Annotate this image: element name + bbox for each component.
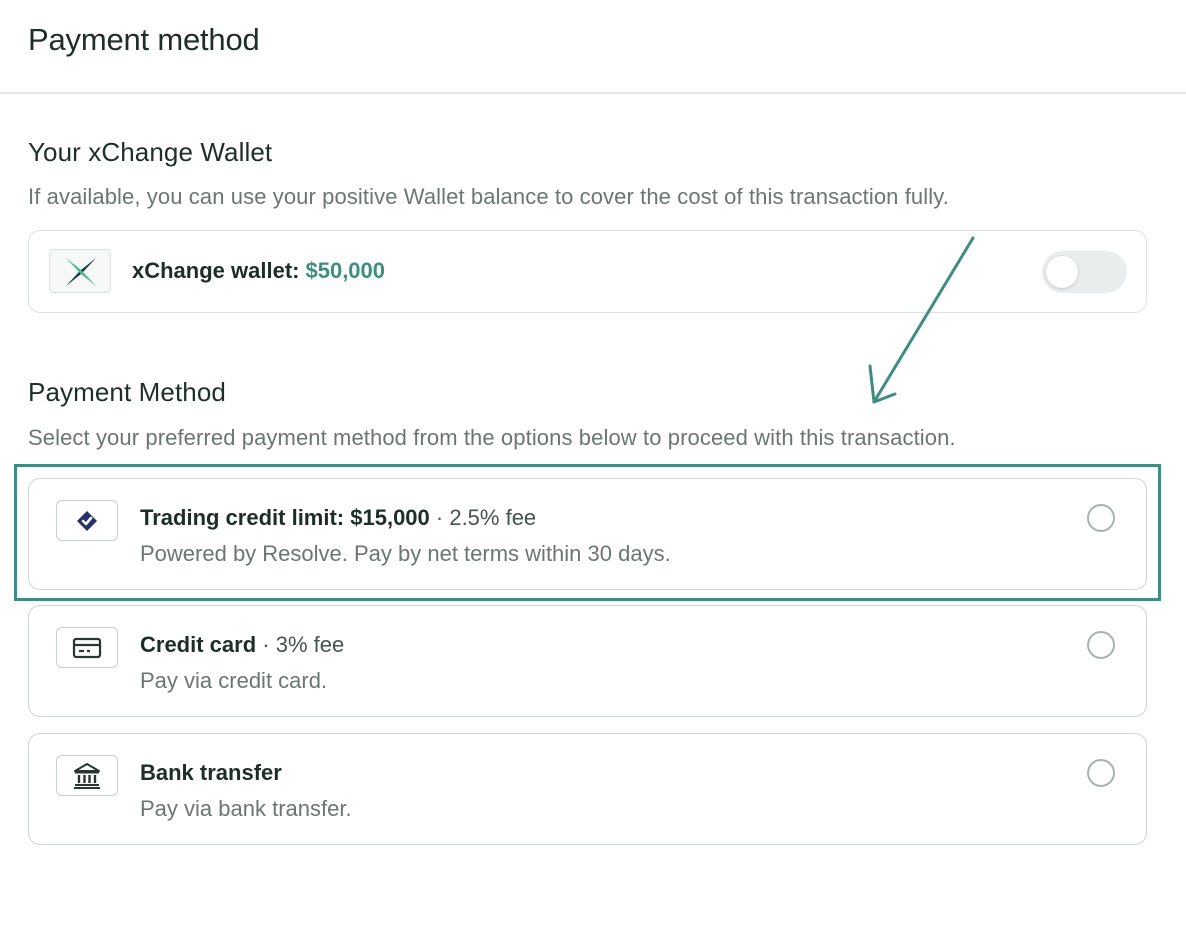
- payment-option-bank-transfer[interactable]: Bank transfer Pay via bank transfer.: [28, 733, 1147, 845]
- payment-section-description: Select your preferred payment method fro…: [28, 425, 956, 450]
- payment-option-description: Pay via credit card.: [140, 668, 328, 693]
- payment-option-title: Credit card · 3% fee: [140, 632, 344, 658]
- payment-section-title: Payment Method: [28, 377, 226, 407]
- option-title-text: Bank transfer: [140, 760, 282, 785]
- page-header: Payment method: [0, 0, 1186, 94]
- wallet-toggle-knob: [1046, 256, 1078, 288]
- payment-option-title: Bank transfer: [140, 760, 282, 786]
- wallet-section-title: Your xChange Wallet: [28, 137, 273, 167]
- payment-option-credit-card[interactable]: Credit card · 3% fee Pay via credit card…: [28, 605, 1147, 717]
- wallet-balance-amount: $50,000: [305, 258, 386, 283]
- payment-option-description: Pay via bank transfer.: [140, 796, 352, 821]
- payment-option-trading-credit[interactable]: Trading credit limit: $15,000 · 2.5% fee…: [28, 478, 1147, 590]
- credit-card-icon: [56, 627, 118, 668]
- option-fee: · 3% fee: [256, 632, 345, 657]
- wallet-card: xChange wallet: $50,000: [28, 230, 1147, 313]
- payment-option-radio[interactable]: [1087, 504, 1115, 532]
- page-title: Payment method: [28, 22, 260, 57]
- payment-option-title: Trading credit limit: $15,000 · 2.5% fee: [140, 505, 536, 531]
- option-fee: · 2.5% fee: [429, 505, 537, 530]
- wallet-section-description: If available, you can use your positive …: [28, 184, 949, 209]
- resolve-logo-icon: [56, 500, 118, 541]
- option-title-text: Credit card: [140, 632, 257, 657]
- payment-option-radio[interactable]: [1087, 631, 1115, 659]
- payment-option-description: Powered by Resolve. Pay by net terms wit…: [140, 541, 671, 566]
- option-title-text: Trading credit limit: $15,000: [140, 505, 430, 530]
- wallet-balance-label: xChange wallet: $50,000: [132, 258, 385, 284]
- payment-option-radio[interactable]: [1087, 759, 1115, 787]
- bank-icon: [56, 755, 118, 796]
- xchange-logo-icon: [49, 249, 111, 293]
- wallet-label-text: xChange wallet:: [132, 258, 300, 283]
- wallet-toggle[interactable]: [1042, 251, 1127, 293]
